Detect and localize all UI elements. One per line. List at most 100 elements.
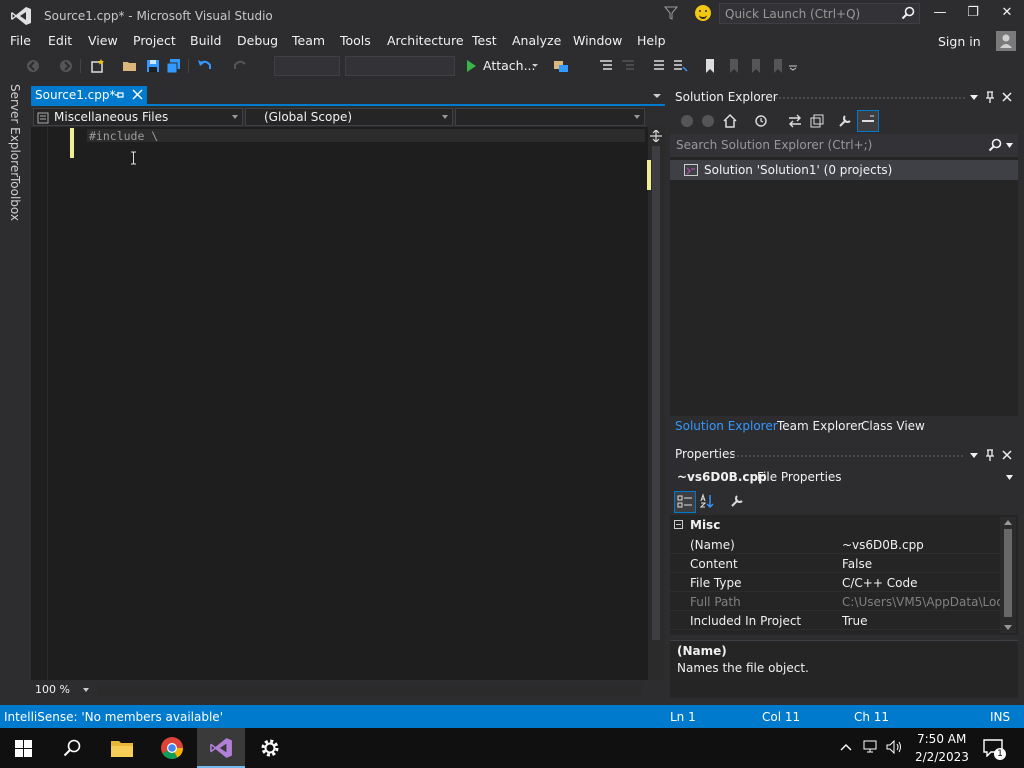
attach-button[interactable]: Attach...	[483, 58, 536, 73]
navigate-forward-icon[interactable]	[58, 58, 74, 74]
search-button[interactable]	[48, 728, 96, 768]
properties-scroll-thumb[interactable]	[1004, 529, 1012, 617]
menu-window[interactable]: Window	[573, 33, 622, 48]
network-icon[interactable]	[863, 740, 881, 754]
solution-node[interactable]: Solution 'Solution1' (0 projects)	[670, 160, 1018, 180]
start-button[interactable]	[0, 728, 48, 768]
start-debugging-icon[interactable]	[463, 58, 479, 74]
save-all-icon[interactable]	[166, 58, 182, 74]
solution-configurations-combo[interactable]	[274, 56, 340, 76]
new-project-icon[interactable]	[90, 58, 106, 74]
clock-time[interactable]: 7:50 AM	[917, 732, 966, 746]
window-position-icon[interactable]	[967, 90, 981, 104]
previous-bookmark-icon[interactable]	[726, 58, 742, 74]
property-pages-wrench-icon[interactable]	[729, 493, 745, 509]
action-center-button[interactable]: 1	[976, 728, 1024, 768]
pin-tab-icon[interactable]	[114, 90, 125, 101]
window-position-icon[interactable]	[967, 448, 981, 462]
sync-with-document-icon[interactable]	[787, 113, 803, 129]
scope-dropdown[interactable]: (Global Scope)	[245, 108, 453, 126]
document-overflow-icon[interactable]	[652, 92, 662, 100]
property-value[interactable]: ~vs6D0B.cpp	[842, 538, 1000, 552]
properties-object-selector[interactable]: ~vs6D0B.cpp File Properties	[670, 466, 1018, 488]
close-panel-icon[interactable]	[1000, 448, 1014, 462]
property-row-name[interactable]: (Name) ~vs6D0B.cpp	[670, 535, 1000, 554]
search-icon[interactable]	[988, 138, 1002, 152]
collapse-all-icon[interactable]	[809, 113, 825, 129]
property-row-included-in-project[interactable]: Included In Project True	[670, 611, 1000, 630]
browser-link-icon[interactable]	[553, 58, 569, 74]
close-panel-icon[interactable]	[1000, 90, 1014, 104]
menu-architecture[interactable]: Architecture	[387, 33, 464, 48]
comment-lines-icon[interactable]	[650, 58, 666, 74]
auto-hide-pin-icon[interactable]	[983, 448, 997, 462]
file-explorer-button[interactable]	[98, 728, 146, 768]
menu-help[interactable]: Help	[637, 33, 666, 48]
menu-tools[interactable]: Tools	[340, 33, 371, 48]
search-icon[interactable]	[901, 6, 915, 20]
collapse-category-icon[interactable]	[674, 520, 683, 529]
property-row-file-type[interactable]: File Type C/C++ Code	[670, 573, 1000, 592]
indent-icon[interactable]	[620, 58, 636, 74]
undo-icon[interactable]	[197, 58, 213, 74]
account-icon[interactable]	[996, 31, 1016, 51]
categorized-button[interactable]	[674, 491, 696, 513]
zoom-dropdown[interactable]: 100 %	[33, 682, 91, 698]
project-dropdown[interactable]: Miscellaneous Files	[33, 108, 243, 126]
code-editor[interactable]: #include \	[31, 127, 648, 680]
tab-team-explorer[interactable]: Team Explorer	[777, 419, 863, 433]
properties-scrollbar[interactable]	[1000, 517, 1016, 633]
home-icon[interactable]	[722, 113, 738, 129]
property-row-content[interactable]: Content False	[670, 554, 1000, 573]
property-value[interactable]: False	[842, 557, 1000, 571]
scroll-up-icon[interactable]	[1004, 520, 1012, 525]
notifications-filter-icon[interactable]	[664, 6, 678, 20]
property-value[interactable]: C:\Users\VM5\AppData\Local	[842, 595, 1000, 609]
property-row-full-path[interactable]: Full Path C:\Users\VM5\AppData\Local	[670, 592, 1000, 611]
menu-view[interactable]: View	[88, 33, 118, 48]
tab-class-view[interactable]: Class View	[861, 419, 925, 433]
quick-launch-input[interactable]: Quick Launch (Ctrl+Q)	[719, 3, 920, 24]
solution-explorer-search-input[interactable]: Search Solution Explorer (Ctrl+;)	[670, 134, 1018, 157]
solution-platforms-combo[interactable]	[345, 56, 455, 76]
clear-bookmarks-icon[interactable]	[770, 58, 786, 74]
menu-team[interactable]: Team	[292, 33, 325, 48]
save-icon[interactable]	[145, 58, 161, 74]
volume-icon[interactable]	[886, 740, 902, 754]
toolbox-tab[interactable]: Toolbox	[8, 176, 22, 221]
pending-changes-filter-icon[interactable]	[754, 113, 770, 129]
back-icon[interactable]	[679, 113, 695, 129]
menu-build[interactable]: Build	[190, 33, 221, 48]
server-explorer-tab[interactable]: Server Explorer	[8, 84, 22, 177]
alphabetical-icon[interactable]	[699, 493, 715, 509]
minimize-button[interactable]: —	[930, 5, 950, 23]
feedback-smiley-icon[interactable]	[695, 5, 711, 21]
menu-debug[interactable]: Debug	[237, 33, 278, 48]
navigate-back-icon[interactable]	[25, 58, 41, 74]
properties-wrench-icon[interactable]	[837, 113, 853, 129]
show-hidden-icons-chevron-icon[interactable]	[840, 743, 852, 751]
open-file-icon[interactable]	[122, 58, 138, 74]
preview-selected-items-button[interactable]	[857, 110, 879, 132]
close-button[interactable]: ✕	[997, 5, 1017, 23]
property-value[interactable]: C/C++ Code	[842, 576, 1000, 590]
bookmark-icon[interactable]	[702, 58, 718, 74]
redo-icon[interactable]	[232, 58, 248, 74]
panel-grip[interactable]	[732, 454, 965, 459]
sign-in-link[interactable]: Sign in	[938, 34, 981, 49]
tab-solution-explorer[interactable]: Solution Explorer	[675, 419, 778, 433]
panel-grip[interactable]	[770, 96, 965, 101]
menu-edit[interactable]: Edit	[48, 33, 72, 48]
property-value[interactable]: True	[842, 614, 1000, 628]
auto-hide-pin-icon[interactable]	[983, 90, 997, 104]
forward-icon[interactable]	[700, 113, 716, 129]
clock-date[interactable]: 2/2/2023	[915, 750, 969, 764]
code-line-1[interactable]: #include \	[89, 129, 158, 143]
document-tab[interactable]: Source1.cpp*	[31, 86, 147, 105]
editor-horizontal-scrollbar[interactable]	[97, 684, 642, 696]
visual-studio-taskbar-button[interactable]	[197, 728, 245, 768]
next-bookmark-icon[interactable]	[748, 58, 764, 74]
toggle-outline-icon[interactable]	[598, 58, 614, 74]
menu-test[interactable]: Test	[472, 33, 497, 48]
menu-project[interactable]: Project	[133, 33, 176, 48]
